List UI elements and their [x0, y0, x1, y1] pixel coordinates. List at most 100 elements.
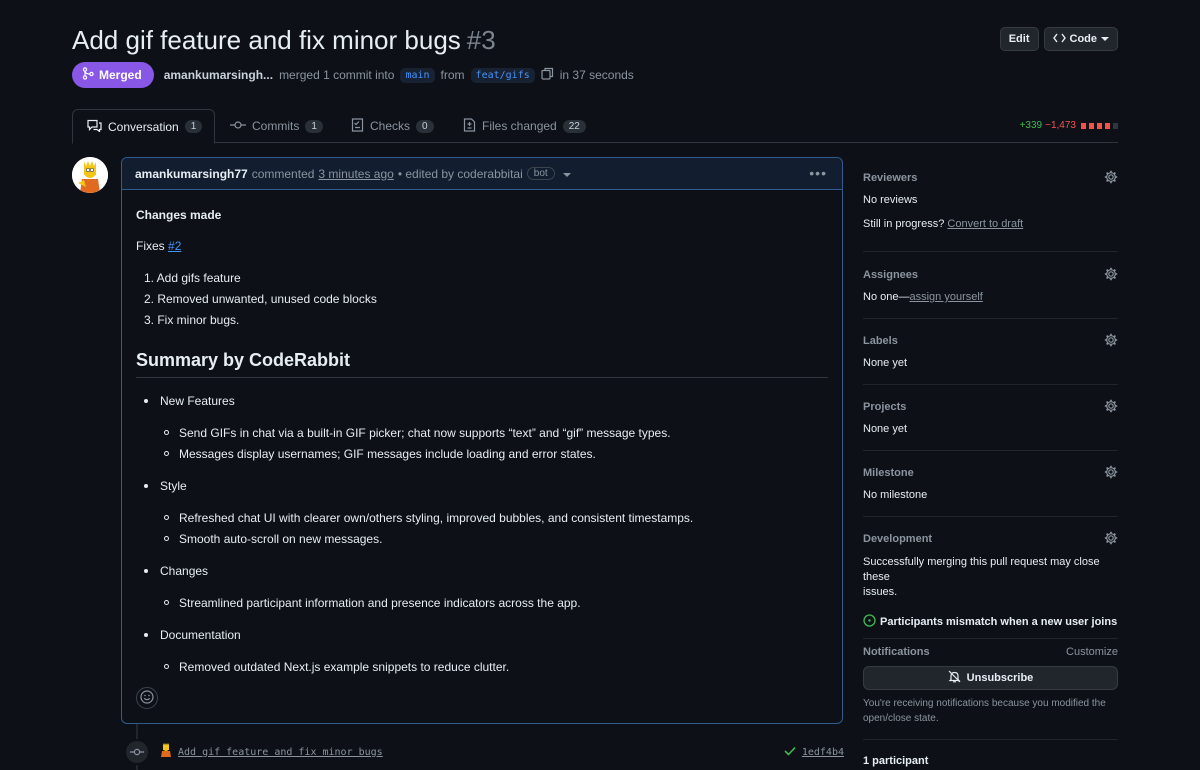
- add-reaction-button[interactable]: [136, 687, 158, 709]
- commit-sha-link[interactable]: 1edf4b4: [802, 747, 844, 758]
- changes-heading: Changes made: [136, 208, 222, 222]
- diffstat-deletions: −1,473: [1045, 120, 1076, 131]
- fixes-label: Fixes: [136, 239, 165, 253]
- code-icon: [1052, 33, 1066, 46]
- summary-item-text: Smooth auto-scroll on new messages.: [179, 532, 383, 546]
- assign-yourself-link[interactable]: assign yourself: [909, 291, 982, 303]
- bullet-ring: [164, 600, 169, 606]
- base-branch[interactable]: main: [400, 67, 435, 83]
- merged-status: Merged: [99, 68, 142, 82]
- tab-files-changed-count: 22: [562, 119, 586, 133]
- diffstat-box: [1081, 122, 1086, 129]
- summary-item: Streamlined participant information and …: [164, 596, 581, 610]
- edit-button[interactable]: Edit: [999, 27, 1039, 51]
- checklist-icon: [351, 117, 364, 135]
- sidebar-divider: [863, 251, 1118, 252]
- tab-checks-label: Checks: [370, 119, 411, 133]
- notification-reason-line: You're receiving notifications because y…: [863, 698, 1106, 709]
- edit-button-label: Edit: [1008, 33, 1030, 45]
- comment-author[interactable]: amankumarsingh77: [135, 167, 248, 181]
- file-diff-icon: [463, 117, 476, 135]
- issue-link[interactable]: #2: [168, 239, 181, 253]
- sidebar-development: Development Successfully merging this pu…: [863, 531, 1118, 630]
- sidebar-divider: [863, 318, 1118, 319]
- diffstat-box: [1105, 122, 1110, 129]
- notification-reason-line: open/close state.: [863, 713, 939, 724]
- participants-heading: 1 participant: [863, 755, 929, 767]
- summary-divider: [136, 377, 828, 378]
- pr-header: Add gif feature and fix minor bugs #3 Edi…: [72, 22, 1118, 62]
- tab-checks[interactable]: Checks 0: [337, 109, 448, 143]
- milestone-heading[interactable]: Milestone: [863, 467, 1118, 479]
- bullet-dot: [144, 398, 148, 403]
- copy-icon[interactable]: [541, 67, 554, 83]
- issue-closed-icon: [863, 614, 876, 630]
- customize-link[interactable]: Customize: [1066, 646, 1118, 658]
- sidebar-divider: [863, 450, 1118, 451]
- sidebar-assignees: Assignees No one—assign yourself: [863, 267, 1118, 303]
- commit-message-link[interactable]: Add gif feature and fix minor bugs: [178, 747, 383, 758]
- comment-discussion-icon: [87, 119, 102, 135]
- summary-section-heading: Documentation: [144, 628, 241, 642]
- pr-meta: Merged amankumarsingh... merged 1 commit…: [72, 62, 634, 88]
- kebab-menu-icon[interactable]: •••: [809, 165, 827, 181]
- edited-by-text[interactable]: • edited by coderabbitai: [398, 167, 523, 181]
- tab-conversation[interactable]: Conversation 1: [72, 109, 215, 144]
- convert-to-draft-link[interactable]: Convert to draft: [947, 218, 1023, 230]
- sidebar-divider: [863, 516, 1118, 517]
- assignees-value: No one—assign yourself: [863, 291, 1118, 303]
- summary-item: Refreshed chat UI with clearer own/other…: [164, 511, 693, 525]
- from-text: from: [440, 68, 465, 82]
- diffstat-box: [1113, 122, 1118, 129]
- draft-line: Still in progress? Convert to draft: [863, 218, 1118, 230]
- sidebar-reviewers: Reviewers No reviews Still in progress? …: [863, 170, 1118, 230]
- assignees-heading[interactable]: Assignees: [863, 269, 1118, 281]
- milestone-value: No milestone: [863, 489, 928, 501]
- git-merge-icon: [82, 67, 94, 83]
- bot-badge: bot: [526, 167, 555, 180]
- reviewers-heading[interactable]: Reviewers: [863, 172, 1118, 184]
- gear-icon[interactable]: [1104, 333, 1118, 350]
- summary-item-text: Streamlined participant information and …: [179, 596, 581, 610]
- sidebar-labels: Labels None yet: [863, 333, 1118, 369]
- summary-section-heading-text: Documentation: [160, 628, 241, 642]
- check-icon[interactable]: [784, 746, 796, 759]
- gear-icon[interactable]: [1104, 267, 1118, 284]
- diffstat-box: [1097, 122, 1102, 129]
- gear-icon[interactable]: [1104, 399, 1118, 416]
- tab-conversation-count: 1: [184, 120, 203, 133]
- merge-duration: in 37 seconds: [559, 68, 634, 82]
- linked-issue[interactable]: Participants mismatch when a new user jo…: [863, 614, 1118, 630]
- labels-heading[interactable]: Labels: [863, 335, 1118, 347]
- changes-item: 2. Removed unwanted, unused code blocks: [144, 292, 377, 306]
- pr-title: Add gif feature and fix minor bugs #3: [72, 22, 1118, 58]
- linked-issue-title: Participants mismatch when a new user jo…: [880, 616, 1118, 628]
- bullet-ring: [164, 430, 169, 436]
- edit-history-chevron-icon[interactable]: [562, 167, 571, 181]
- development-heading[interactable]: Development: [863, 533, 1118, 545]
- gear-icon[interactable]: [1104, 531, 1118, 548]
- changes-item: 3. Fix minor bugs.: [144, 313, 240, 327]
- sidebar-divider: [863, 638, 1118, 639]
- smiley-icon: [140, 689, 154, 707]
- merge-author-link[interactable]: amankumarsingh...: [164, 68, 273, 82]
- head-branch[interactable]: feat/gifs: [470, 67, 535, 83]
- tab-files-changed[interactable]: Files changed 22: [449, 109, 600, 143]
- avatar[interactable]: [72, 157, 108, 193]
- unsubscribe-button[interactable]: Unsubscribe: [863, 666, 1118, 690]
- summary-section-heading-text: New Features: [160, 394, 235, 408]
- projects-heading[interactable]: Projects: [863, 401, 1118, 413]
- pr-title-text: Add gif feature and fix minor bugs: [72, 25, 461, 55]
- bullet-dot: [144, 568, 148, 573]
- comment-timestamp[interactable]: 3 minutes ago: [318, 167, 393, 181]
- summary-section-heading: Style: [144, 479, 187, 493]
- tab-commits[interactable]: Commits 1: [216, 109, 337, 143]
- commit-author-avatar[interactable]: [158, 741, 174, 757]
- sidebar-divider: [863, 384, 1118, 385]
- summary-section-heading-text: Style: [160, 479, 187, 493]
- gear-icon[interactable]: [1104, 465, 1118, 482]
- development-note-line: issues.: [863, 586, 898, 598]
- bullet-ring: [164, 451, 169, 457]
- gear-icon[interactable]: [1104, 170, 1118, 187]
- code-button[interactable]: Code: [1043, 27, 1118, 51]
